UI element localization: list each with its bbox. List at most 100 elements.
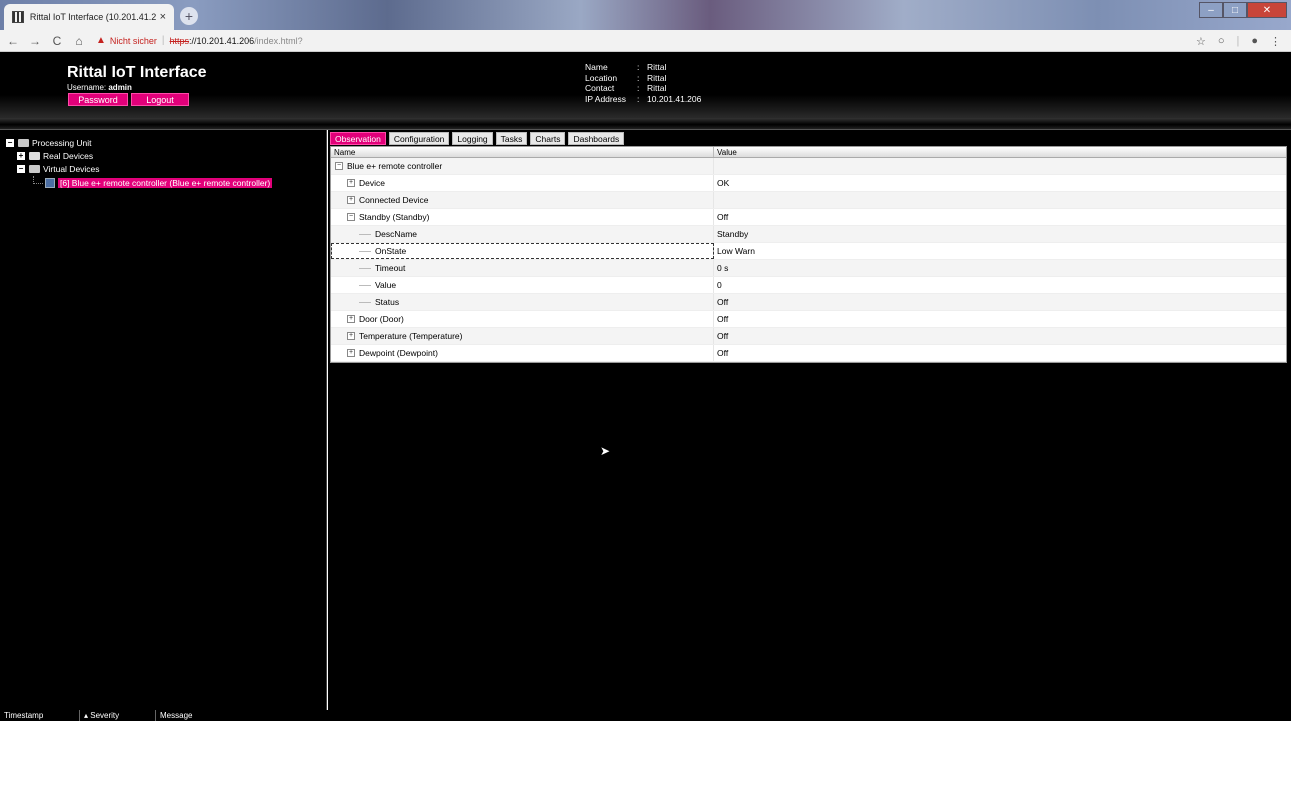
- row-value: [714, 158, 717, 174]
- browser-tab[interactable]: Rittal IoT Interface (10.201.41.206) ×: [4, 4, 174, 30]
- reload-icon[interactable]: C: [48, 34, 66, 48]
- password-button[interactable]: Password: [68, 93, 128, 106]
- tab-dashboards[interactable]: Dashboards: [568, 132, 625, 145]
- window-controls: – □ ✕: [1199, 2, 1287, 18]
- row-value: OK: [717, 178, 730, 188]
- collapse-icon[interactable]: −: [17, 164, 25, 173]
- info-value: Rittal: [647, 72, 667, 83]
- tree-item-real-devices[interactable]: + Real Devices: [17, 150, 93, 161]
- expand-icon[interactable]: +: [347, 332, 355, 340]
- minimize-icon[interactable]: –: [1199, 2, 1223, 18]
- table-row[interactable]: DescName Standby: [331, 226, 1286, 243]
- table-row[interactable]: − Blue e+ remote controller: [331, 158, 1286, 175]
- row-name: OnState: [375, 246, 407, 256]
- mouse-cursor-icon: ➤: [600, 444, 611, 458]
- table-row[interactable]: Timeout 0 s: [331, 260, 1286, 277]
- username-label: Username:: [67, 83, 107, 92]
- bookmark-star-icon[interactable]: ☆: [1196, 35, 1206, 48]
- column-header-name[interactable]: Name: [331, 147, 714, 157]
- close-window-icon[interactable]: ✕: [1247, 2, 1287, 18]
- folder-open-icon: [29, 164, 40, 173]
- tree-connector: [359, 267, 371, 269]
- info-key: Location: [585, 72, 618, 83]
- table-row[interactable]: + Device OK: [331, 175, 1286, 192]
- collapse-icon[interactable]: −: [347, 213, 355, 221]
- url-scheme[interactable]: https: [170, 36, 190, 46]
- table-row[interactable]: OnState Low Warn: [331, 243, 1286, 260]
- maximize-icon[interactable]: □: [1223, 2, 1247, 18]
- info-key: Contact: [585, 83, 615, 93]
- warning-icon[interactable]: ▲: [96, 35, 106, 46]
- collapse-icon[interactable]: −: [6, 138, 14, 147]
- browser-tab-strip: Rittal IoT Interface (10.201.41.206) × +…: [0, 0, 1291, 30]
- column-header-timestamp[interactable]: Timestamp: [0, 710, 80, 721]
- profile-icon[interactable]: ●: [1251, 35, 1258, 47]
- table-row[interactable]: − Standby (Standby) Off: [331, 209, 1286, 226]
- column-header-message[interactable]: Message: [156, 710, 276, 721]
- back-arrow-icon[interactable]: ←: [4, 34, 22, 48]
- table-row[interactable]: Status Off: [331, 294, 1286, 311]
- tree-item-processing-unit[interactable]: − Processing Unit: [6, 137, 92, 148]
- device-info: Name: Rittal Location: Rittal Contact: R…: [585, 62, 701, 104]
- tree-item-label: Processing Unit: [32, 137, 92, 148]
- column-header-value[interactable]: Value: [714, 147, 737, 157]
- table-body: − Blue e+ remote controller + Device OK + C…: [331, 158, 1286, 362]
- folder-open-icon: [18, 138, 29, 147]
- folder-icon: [29, 151, 40, 160]
- expand-icon[interactable]: +: [347, 196, 355, 204]
- tab-observation[interactable]: Observation: [330, 132, 386, 145]
- row-name: Timeout: [375, 263, 406, 273]
- tree-connector: [359, 233, 371, 235]
- tab-tasks[interactable]: Tasks: [495, 132, 528, 145]
- row-name: Door (Door): [359, 314, 404, 324]
- row-value: Standby: [717, 229, 749, 239]
- info-row: IP Address: 10.201.41.206: [585, 93, 702, 104]
- table-header: Name Value: [331, 147, 1286, 158]
- row-value: Off: [717, 212, 729, 222]
- tree-item-virtual-devices[interactable]: − Virtual Devices: [17, 163, 100, 174]
- expand-icon[interactable]: +: [347, 349, 355, 357]
- close-tab-icon[interactable]: ×: [160, 11, 166, 23]
- tree-connector: [359, 301, 371, 303]
- forward-arrow-icon[interactable]: →: [26, 34, 44, 48]
- info-value: Rittal: [647, 62, 667, 72]
- column-header-severity[interactable]: ▴ Severity: [80, 710, 156, 721]
- menu-kebab-icon[interactable]: ⋮: [1270, 35, 1281, 48]
- row-name: DescName: [375, 229, 418, 239]
- row-name: Dewpoint (Dewpoint): [359, 348, 438, 358]
- expand-icon[interactable]: +: [347, 315, 355, 323]
- collapse-icon[interactable]: −: [335, 162, 343, 170]
- expand-icon[interactable]: +: [17, 151, 25, 160]
- row-value: Low Warn: [717, 246, 755, 256]
- info-key: IP Address: [585, 93, 626, 104]
- expand-icon[interactable]: +: [347, 179, 355, 187]
- row-name: Standby (Standby): [359, 212, 430, 222]
- info-row: Location: Rittal: [585, 72, 667, 83]
- table-row[interactable]: Value 0: [331, 277, 1286, 294]
- row-name: Connected Device: [359, 195, 429, 205]
- logout-button[interactable]: Logout: [131, 93, 189, 106]
- extension-icon[interactable]: ○: [1218, 35, 1225, 47]
- home-icon[interactable]: ⌂: [70, 34, 88, 48]
- log-table-body: [0, 721, 1291, 805]
- severity-label: Severity: [90, 711, 120, 720]
- table-row[interactable]: + Connected Device: [331, 192, 1286, 209]
- tree-item-blue-e-controller[interactable]: [6] Blue e+ remote controller (Blue e+ r…: [33, 175, 273, 188]
- table-row[interactable]: + Door (Door) Off: [331, 311, 1286, 328]
- row-value: Off: [717, 348, 729, 358]
- tab-configuration[interactable]: Configuration: [388, 132, 450, 145]
- new-tab-button[interactable]: +: [180, 7, 198, 25]
- url-path[interactable]: /index.html?: [254, 36, 303, 46]
- security-warning-text[interactable]: Nicht sicher: [110, 36, 157, 46]
- tab-logging[interactable]: Logging: [452, 132, 493, 145]
- row-value: 0 s: [717, 263, 729, 273]
- table-row[interactable]: + Temperature (Temperature) Off: [331, 328, 1286, 345]
- url-host[interactable]: ://10.201.41.206: [189, 36, 254, 46]
- tab-bar: Observation Configuration Logging Tasks …: [330, 132, 625, 146]
- table-row[interactable]: + Dewpoint (Dewpoint) Off: [331, 345, 1286, 362]
- info-row: Name: Rittal: [585, 62, 667, 72]
- app-title: Rittal IoT Interface: [67, 64, 207, 81]
- tab-charts[interactable]: Charts: [530, 132, 566, 145]
- tree-connector: [33, 175, 43, 184]
- toolbar-divider: |: [1236, 35, 1240, 47]
